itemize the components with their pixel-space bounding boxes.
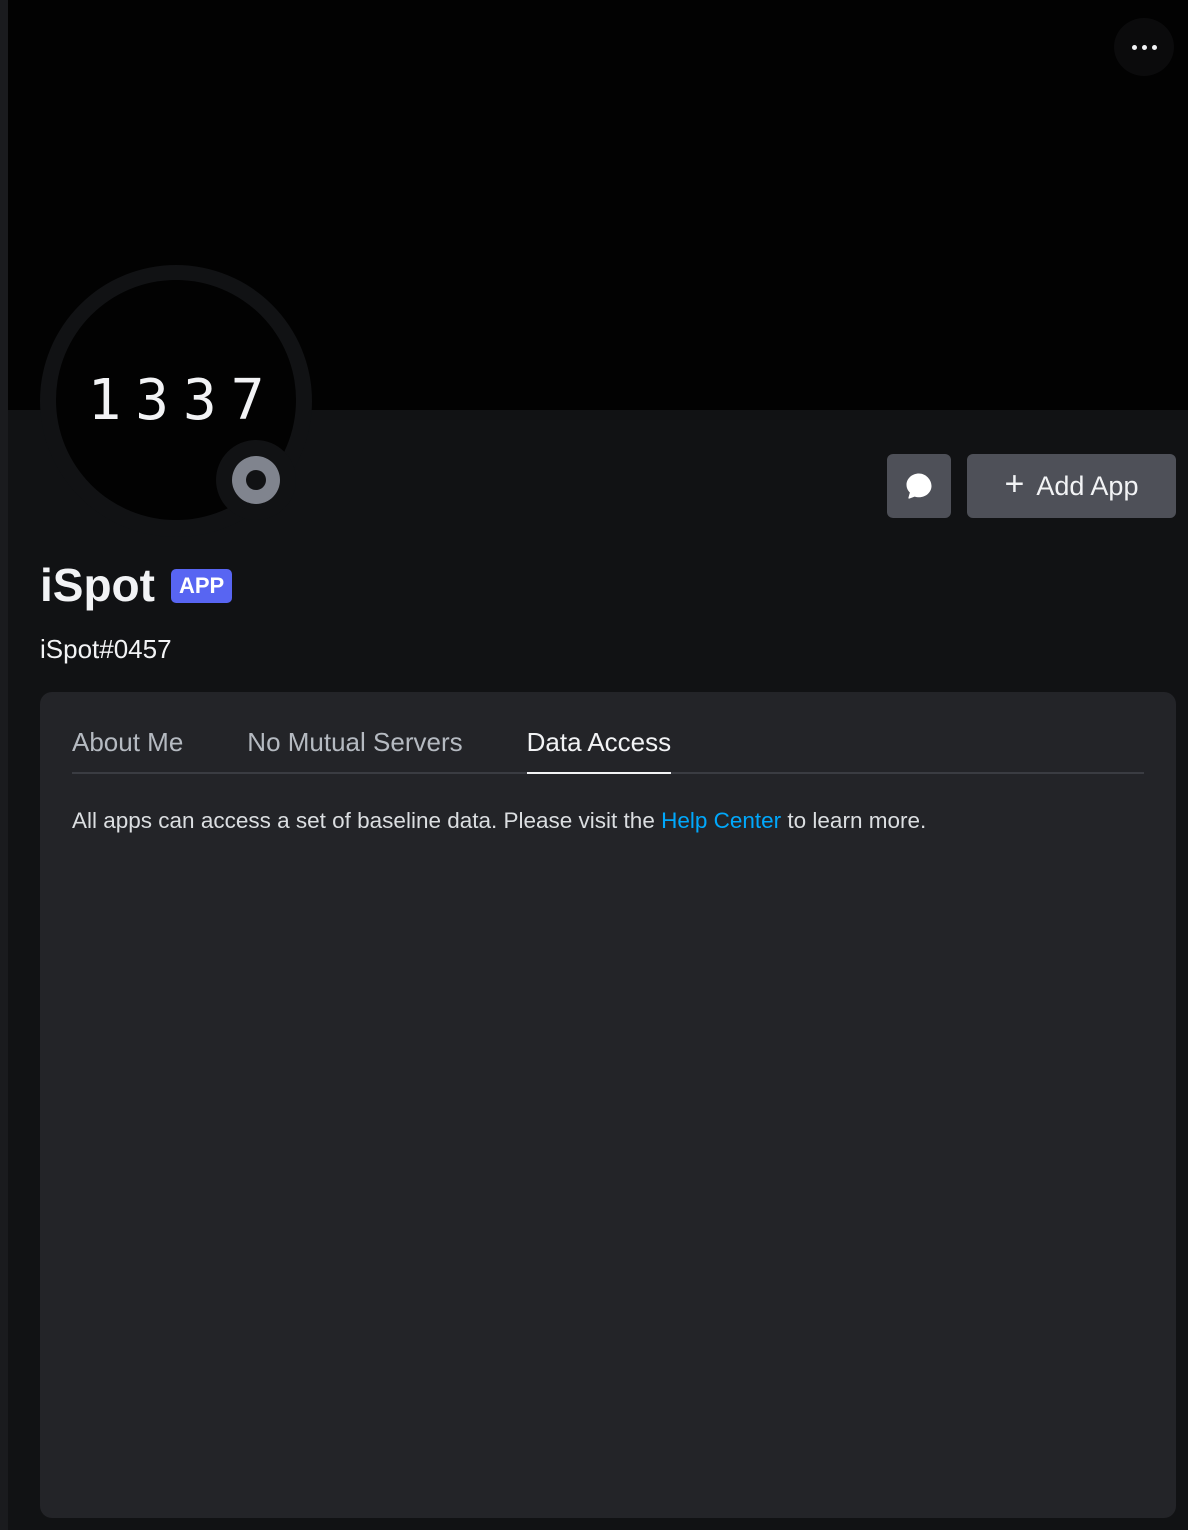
ellipsis-icon-dot — [1151, 44, 1157, 50]
tab-bar: About Me No Mutual Servers Data Access — [72, 692, 1144, 774]
help-center-link[interactable]: Help Center — [661, 808, 781, 833]
add-app-button[interactable]: + Add App — [967, 454, 1176, 518]
tab-mutual-servers[interactable]: No Mutual Servers — [247, 727, 462, 774]
profile-popout: 1337 + Add App iSpot APP iSpot#0457 Abou… — [0, 0, 1188, 1530]
tab-about-me[interactable]: About Me — [72, 727, 183, 774]
app-badge: APP — [170, 569, 233, 603]
data-access-text-before: All apps can access a set of baseline da… — [72, 808, 662, 833]
ellipsis-icon — [1131, 44, 1137, 50]
offline-status-icon — [232, 456, 280, 504]
status-indicator — [216, 440, 296, 520]
data-access-text: All apps can access a set of baseline da… — [72, 808, 926, 834]
profile-tabs-panel: About Me No Mutual Servers Data Access A… — [40, 692, 1176, 1518]
plus-icon: + — [1004, 465, 1025, 503]
more-options-button[interactable] — [1114, 18, 1174, 76]
left-edge-divider — [0, 0, 8, 1530]
avatar-text: 1337 — [87, 367, 279, 433]
ellipsis-icon-dot — [1141, 44, 1147, 50]
send-message-button[interactable] — [887, 454, 951, 518]
chat-bubble-icon — [906, 473, 932, 499]
add-app-label: Add App — [1036, 470, 1139, 501]
display-name: iSpot — [40, 559, 155, 611]
name-row: iSpot APP — [40, 558, 233, 612]
tab-data-access[interactable]: Data Access — [526, 727, 672, 774]
data-access-text-after: to learn more. — [781, 808, 927, 833]
username: iSpot#0457 — [40, 634, 172, 664]
